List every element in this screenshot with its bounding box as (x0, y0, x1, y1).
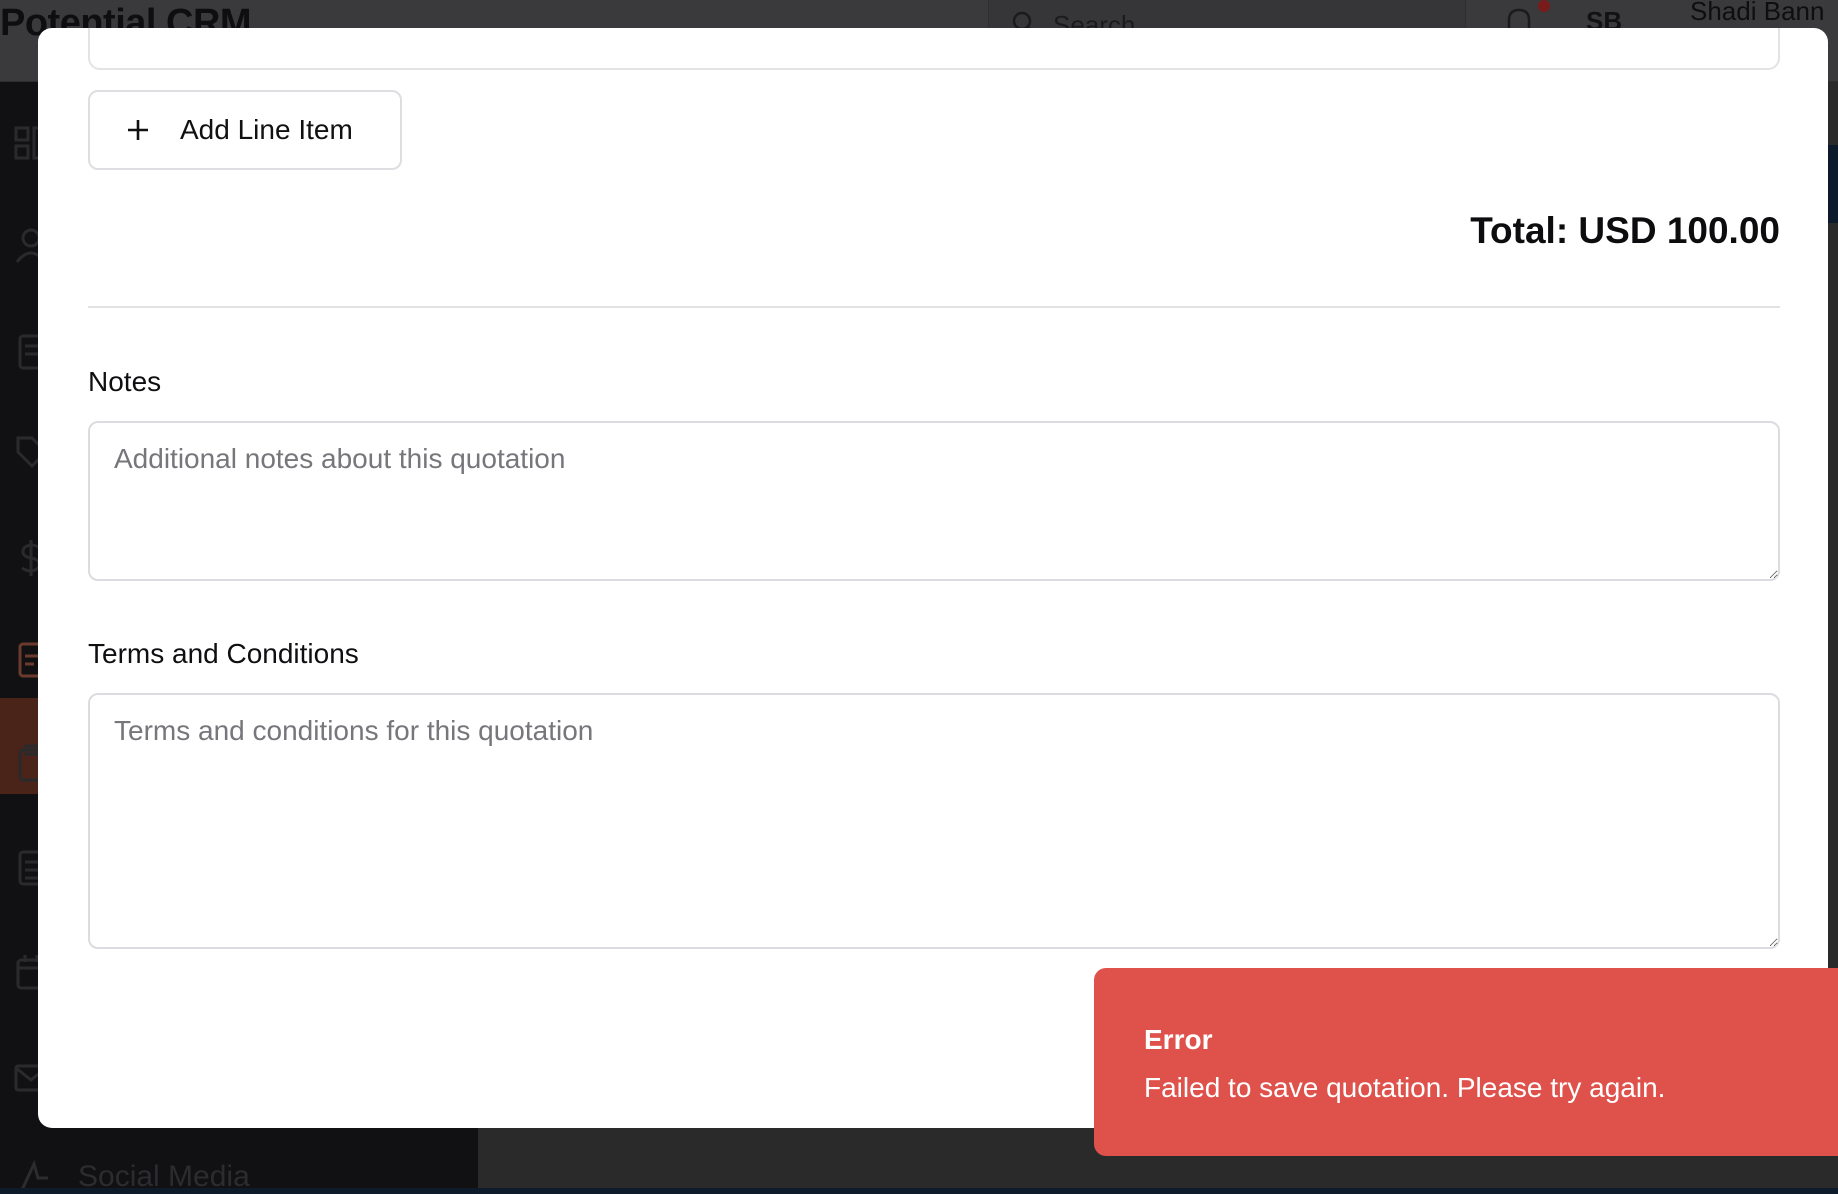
previous-field[interactable] (88, 28, 1780, 70)
terms-label: Terms and Conditions (88, 638, 359, 669)
notes-textarea[interactable] (88, 421, 1780, 581)
quotation-total: Total: USD 100.00 (1470, 210, 1780, 251)
divider (88, 306, 1780, 308)
add-line-item-label: Add Line Item (180, 114, 353, 145)
terms-textarea[interactable] (88, 693, 1780, 949)
quotation-modal: Add Line Item Total: USD 100.00 Notes Te… (38, 28, 1828, 1128)
notification-dot (1538, 0, 1550, 12)
notes-label: Notes (88, 366, 162, 397)
add-line-item-button[interactable]: Add Line Item (88, 90, 402, 170)
error-toast[interactable]: Error Failed to save quotation. Please t… (1094, 968, 1838, 1156)
user-name[interactable]: Shadi Bann (1690, 0, 1824, 27)
toast-title: Error (1144, 1024, 1213, 1055)
plus-icon (128, 120, 148, 140)
bottom-bar (0, 1188, 1838, 1194)
toast-message: Failed to save quotation. Please try aga… (1144, 1072, 1666, 1103)
